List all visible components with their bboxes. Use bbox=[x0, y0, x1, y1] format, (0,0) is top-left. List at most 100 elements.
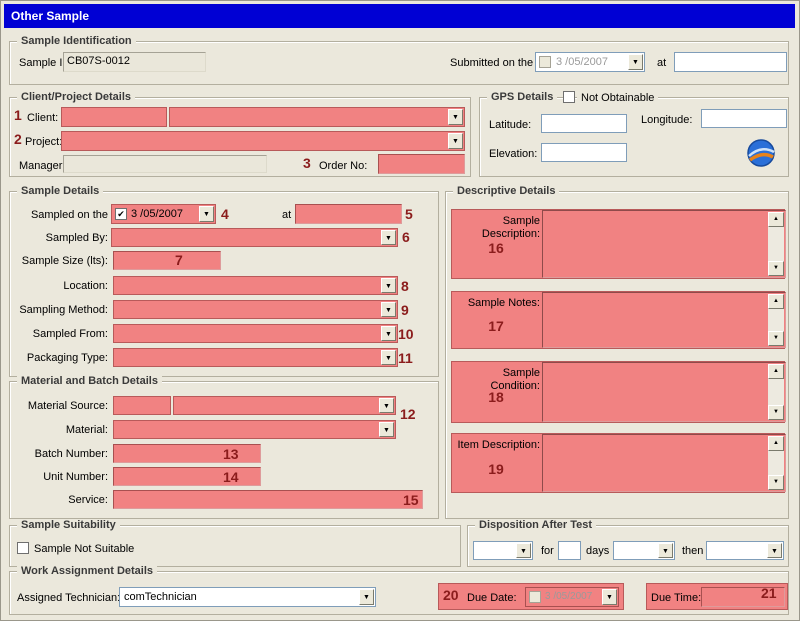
dropdown-arrow-icon[interactable]: ▼ bbox=[359, 589, 374, 605]
dropdown-arrow-icon[interactable]: ▼ bbox=[381, 350, 396, 365]
sampled-on-date-checkbox[interactable]: ✔ bbox=[115, 208, 127, 220]
longitude-label: Longitude: bbox=[641, 114, 692, 126]
scroll-up-icon[interactable]: ▲ bbox=[768, 364, 784, 379]
dropdown-arrow-icon[interactable]: ▼ bbox=[381, 230, 396, 245]
material-source-code-combo[interactable] bbox=[113, 396, 171, 415]
sampled-from-combo[interactable]: ▼ bbox=[113, 324, 398, 343]
group-suitability-legend: Sample Suitability bbox=[17, 519, 120, 531]
sample-notes-textarea[interactable]: ▲ ▼ bbox=[542, 292, 786, 348]
disposition-then-combo[interactable]: ▼ bbox=[706, 541, 784, 560]
material-label: Material: bbox=[9, 424, 108, 436]
scroll-down-icon[interactable]: ▼ bbox=[768, 405, 784, 420]
project-combo[interactable]: ▼ bbox=[61, 131, 465, 151]
dropdown-arrow-icon[interactable]: ▼ bbox=[379, 398, 394, 413]
dropdown-arrow-icon[interactable]: ▼ bbox=[516, 543, 531, 558]
annotation-9: 9 bbox=[401, 302, 409, 318]
annotation-1: 1 bbox=[14, 107, 22, 123]
scroll-down-icon[interactable]: ▼ bbox=[768, 331, 784, 346]
scroll-up-icon[interactable]: ▲ bbox=[768, 436, 784, 451]
sample-size-field[interactable] bbox=[113, 251, 221, 270]
scrollbar[interactable]: ▲ ▼ bbox=[768, 212, 784, 276]
location-label: Location: bbox=[9, 280, 108, 292]
scroll-up-icon[interactable]: ▲ bbox=[768, 294, 784, 309]
manager-label: Manager: bbox=[19, 160, 65, 172]
dropdown-arrow-icon[interactable]: ▼ bbox=[448, 133, 463, 149]
dropdown-arrow-icon[interactable]: ▼ bbox=[767, 543, 782, 558]
sampled-time-field[interactable] bbox=[295, 204, 402, 224]
elevation-field[interactable] bbox=[541, 143, 627, 162]
dropdown-arrow-icon[interactable]: ▼ bbox=[199, 206, 214, 222]
sampled-on-date-picker[interactable]: ✔ 3 /05/2007 ▼ bbox=[111, 204, 216, 224]
dropdown-arrow-icon[interactable]: ▼ bbox=[381, 302, 396, 317]
annotation-12: 12 bbox=[400, 406, 416, 422]
annotation-13: 13 bbox=[223, 446, 239, 462]
dropdown-arrow-icon[interactable]: ▼ bbox=[628, 54, 643, 70]
sampling-method-combo[interactable]: ▼ bbox=[113, 300, 398, 319]
sample-description-textarea[interactable]: ▲ ▼ bbox=[542, 210, 786, 278]
material-source-combo[interactable]: ▼ bbox=[173, 396, 396, 415]
scroll-up-icon[interactable]: ▲ bbox=[768, 212, 784, 227]
disposition-period-combo[interactable]: ▼ bbox=[613, 541, 675, 560]
sampled-on-date-value: 3 /05/2007 bbox=[131, 208, 197, 220]
assigned-technician-value: comTechnician bbox=[124, 591, 357, 603]
submitted-date-picker[interactable]: 3 /05/2007 ▼ bbox=[535, 52, 645, 72]
scroll-down-icon[interactable]: ▼ bbox=[768, 261, 784, 276]
globe-icon[interactable] bbox=[745, 137, 777, 169]
annotation-17: 17 bbox=[452, 318, 540, 334]
service-label: Service: bbox=[9, 494, 108, 506]
latitude-field[interactable] bbox=[541, 114, 627, 133]
dropdown-arrow-icon[interactable]: ▼ bbox=[602, 589, 617, 605]
sample-notes-block: Sample Notes: 17 ▲ ▼ bbox=[451, 291, 785, 349]
sample-description-label: Sample Description: bbox=[454, 215, 540, 241]
group-client-project-legend: Client/Project Details bbox=[17, 91, 135, 103]
dropdown-arrow-icon[interactable]: ▼ bbox=[379, 422, 394, 437]
order-no-label: Order No: bbox=[319, 160, 367, 172]
due-date-picker[interactable]: 3 /05/2007 ▼ bbox=[525, 587, 619, 607]
sampled-by-combo[interactable]: ▼ bbox=[111, 228, 398, 247]
annotation-5: 5 bbox=[405, 206, 413, 222]
dropdown-arrow-icon[interactable]: ▼ bbox=[658, 543, 673, 558]
sample-description-block: Sample Description: 16 ▲ ▼ bbox=[451, 209, 785, 279]
annotation-10: 10 bbox=[398, 326, 414, 342]
submitted-date-checkbox[interactable] bbox=[539, 56, 551, 68]
due-date-value: 3 /05/2007 bbox=[545, 591, 600, 602]
latitude-label: Latitude: bbox=[489, 119, 531, 131]
sampled-from-label: Sampled From: bbox=[9, 328, 108, 340]
gps-not-obtainable-checkbox[interactable] bbox=[563, 91, 575, 103]
annotation-19: 19 bbox=[452, 461, 540, 477]
location-combo[interactable]: ▼ bbox=[113, 276, 398, 295]
scrollbar[interactable]: ▲ ▼ bbox=[768, 364, 784, 420]
service-field[interactable] bbox=[113, 490, 423, 509]
scrollbar[interactable]: ▲ ▼ bbox=[768, 294, 784, 346]
packaging-type-combo[interactable]: ▼ bbox=[113, 348, 398, 367]
sample-not-suitable-checkbox[interactable] bbox=[17, 542, 29, 554]
annotation-4: 4 bbox=[221, 206, 229, 222]
scroll-down-icon[interactable]: ▼ bbox=[768, 475, 784, 490]
annotation-15: 15 bbox=[403, 492, 419, 508]
client-label: Client: bbox=[27, 112, 58, 124]
client-code-combo[interactable] bbox=[61, 107, 167, 127]
client-name-combo[interactable]: ▼ bbox=[169, 107, 465, 127]
dropdown-arrow-icon[interactable]: ▼ bbox=[381, 326, 396, 341]
sample-condition-textarea[interactable]: ▲ ▼ bbox=[542, 362, 786, 422]
dropdown-arrow-icon[interactable]: ▼ bbox=[381, 278, 396, 293]
annotation-11: 11 bbox=[398, 350, 413, 366]
item-description-textarea[interactable]: ▲ ▼ bbox=[542, 434, 786, 492]
disposition-days-field[interactable] bbox=[558, 541, 581, 560]
sampled-by-label: Sampled By: bbox=[9, 232, 108, 244]
material-combo[interactable]: ▼ bbox=[113, 420, 396, 439]
sample-notes-label: Sample Notes: bbox=[454, 297, 540, 310]
submitted-time-field[interactable] bbox=[674, 52, 787, 72]
disposition-combo[interactable]: ▼ bbox=[473, 541, 533, 560]
order-no-field[interactable] bbox=[378, 154, 465, 174]
assigned-technician-combo[interactable]: comTechnician ▼ bbox=[119, 587, 376, 607]
dropdown-arrow-icon[interactable]: ▼ bbox=[448, 109, 463, 125]
scrollbar[interactable]: ▲ ▼ bbox=[768, 436, 784, 490]
due-date-checkbox[interactable] bbox=[529, 591, 541, 603]
group-gps-legend: GPS Details bbox=[487, 91, 557, 103]
annotation-14: 14 bbox=[223, 469, 239, 485]
annotation-21: 21 bbox=[761, 585, 777, 601]
sample-id-field[interactable]: CB07S-0012 bbox=[63, 52, 206, 72]
manager-field[interactable] bbox=[63, 155, 267, 173]
longitude-field[interactable] bbox=[701, 109, 787, 128]
